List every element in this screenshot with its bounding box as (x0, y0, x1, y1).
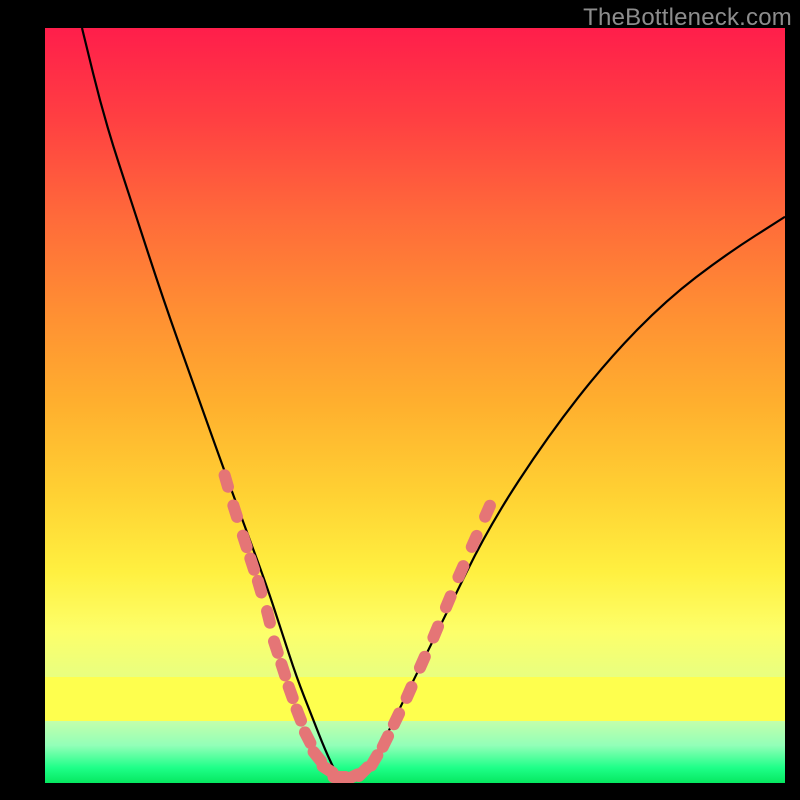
curve-marker (451, 558, 472, 585)
curve-marker (314, 758, 341, 781)
curve-marker (250, 573, 268, 599)
curve-marker (426, 619, 446, 646)
curve-marker (266, 634, 285, 661)
plot-area (45, 28, 785, 783)
bottleneck-curve-svg (45, 28, 785, 783)
curve-marker (464, 528, 485, 555)
curve-marker (412, 649, 433, 676)
curve-marker (363, 747, 386, 774)
curve-marker (305, 743, 329, 769)
curve-marker (226, 498, 245, 525)
chart-frame: TheBottleneck.com (0, 0, 800, 800)
curve-marker (351, 759, 376, 783)
curve-marker (328, 771, 352, 783)
curve-marker (217, 468, 235, 494)
curve-marker (438, 588, 458, 615)
curve-marker (477, 498, 498, 525)
curve-marker (375, 728, 396, 755)
curve-marker (243, 551, 262, 578)
curve-line (82, 28, 785, 778)
curve-marker (339, 766, 366, 783)
curve-marker (297, 724, 319, 751)
watermark-text: TheBottleneck.com (583, 4, 792, 32)
highlight-band (45, 677, 785, 721)
curve-marker (235, 528, 254, 555)
curve-marker (260, 604, 277, 630)
